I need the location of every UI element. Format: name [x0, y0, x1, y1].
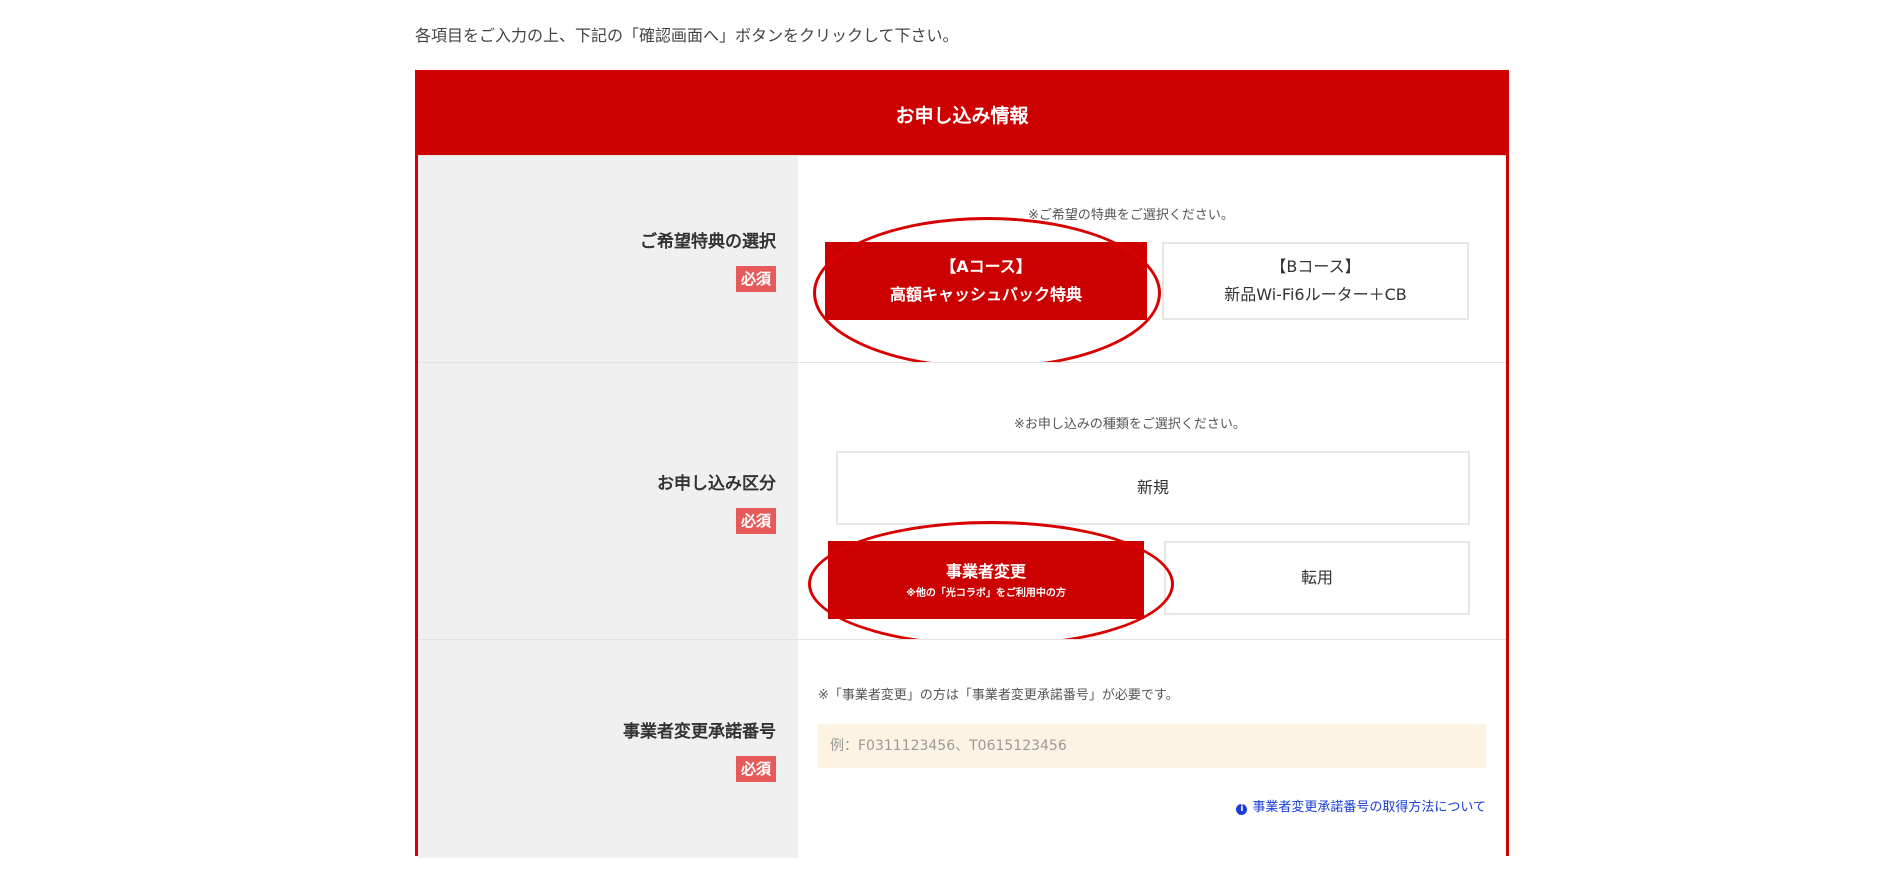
- required-badge: 必須: [735, 755, 776, 782]
- course-b-option[interactable]: 【Bコース】 新品Wi-Fi6ルーター＋CB: [1162, 242, 1469, 320]
- benefit-note: ※ご希望の特典をご選択ください。: [1028, 208, 1234, 223]
- required-badge: 必須: [735, 265, 776, 292]
- benefit-row: ご希望特典の選択 必須 ※ご希望の特典をご選択ください。 【Aコース】 高額キャ…: [418, 155, 1506, 369]
- course-a-desc: 高額キャッシュバック特典: [889, 285, 1082, 304]
- application-type-label-cell: お申し込み区分 必須: [418, 363, 798, 639]
- application-form: お申し込み情報 ご希望特典の選択 必須 ※ご希望の特典をご選択ください。 【Aコ…: [415, 70, 1509, 858]
- consent-number-row: 事業者変更承諾番号 必須 ※「事業者変更」の方は「事業者変更承諾番号」が必要です…: [418, 639, 1506, 858]
- required-badge: 必須: [735, 507, 776, 534]
- consent-number-label-cell: 事業者変更承諾番号 必須: [418, 640, 798, 858]
- course-b-title: 【Bコース】: [1270, 257, 1361, 276]
- application-type-label: お申し込み区分: [657, 473, 776, 494]
- application-type-options: ※お申し込みの種類をご選択ください。 新規 事業者変更 ※他の「光コラボ」をご利…: [798, 363, 1506, 647]
- provider-change-option[interactable]: 事業者変更 ※他の「光コラボ」をご利用中の方: [828, 541, 1144, 619]
- course-a-option[interactable]: 【Aコース】 高額キャッシュバック特典: [825, 242, 1147, 320]
- intro-text: 各項目をご入力の上、下記の「確認画面へ」ボタンをクリックして下さい。: [415, 26, 959, 45]
- consent-number-help-link[interactable]: i 事業者変更承諾番号の取得方法について: [1236, 796, 1486, 815]
- consent-number-body: ※「事業者変更」の方は「事業者変更承諾番号」が必要です。 i 事業者変更承諾番号の…: [798, 640, 1506, 858]
- info-icon: i: [1236, 804, 1248, 815]
- new-option-label: 新規: [1136, 478, 1169, 497]
- consent-number-note: ※「事業者変更」の方は「事業者変更承諾番号」が必要です。: [818, 688, 1179, 703]
- help-link-text: 事業者変更承諾番号の取得方法について: [1252, 800, 1486, 815]
- transfer-option-label: 転用: [1300, 568, 1333, 587]
- provider-change-label: 事業者変更: [945, 562, 1026, 581]
- course-b-desc: 新品Wi-Fi6ルーター＋CB: [1224, 285, 1407, 304]
- provider-change-sub: ※他の「光コラボ」をご利用中の方: [906, 588, 1066, 599]
- consent-number-label: 事業者変更承諾番号: [623, 721, 776, 742]
- application-type-note: ※お申し込みの種類をご選択ください。: [1014, 417, 1246, 432]
- page: 各項目をご入力の上、下記の「確認画面へ」ボタンをクリックして下さい。 お申し込み…: [0, 0, 1897, 887]
- application-type-row: お申し込み区分 必須 ※お申し込みの種類をご選択ください。 新規 事業者変更 ※…: [418, 362, 1506, 647]
- transfer-option[interactable]: 転用: [1164, 541, 1470, 615]
- consent-number-input[interactable]: [818, 724, 1486, 768]
- new-option[interactable]: 新規: [836, 451, 1470, 525]
- benefit-label: ご希望特典の選択: [640, 231, 776, 252]
- form-header: お申し込み情報: [418, 73, 1506, 155]
- benefit-options: ※ご希望の特典をご選択ください。 【Aコース】 高額キャッシュバック特典 【Bコ…: [798, 156, 1506, 369]
- course-a-title: 【Aコース】: [940, 257, 1032, 276]
- benefit-label-cell: ご希望特典の選択 必須: [418, 156, 798, 362]
